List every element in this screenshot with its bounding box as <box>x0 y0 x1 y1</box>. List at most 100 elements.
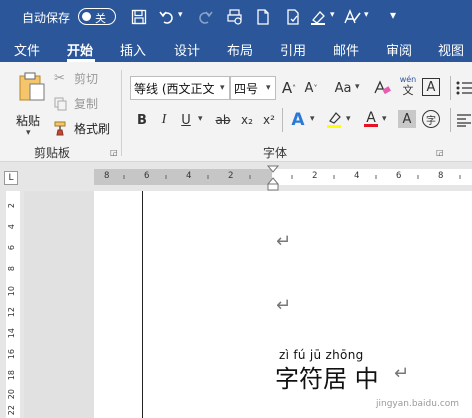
word-window: { "titlebar": { "autosave_label": "自动保存"… <box>0 0 472 418</box>
vruler-number: 22 <box>7 405 16 416</box>
group-divider <box>121 70 122 156</box>
font-color-dropdown-icon[interactable]: ▾ <box>382 114 387 124</box>
enclose-characters-icon[interactable]: 字 <box>422 110 440 128</box>
format-painter-label: 格式刷 <box>74 122 111 136</box>
tab-insert[interactable]: 插入 <box>120 40 146 59</box>
new-document-icon[interactable] <box>254 8 272 26</box>
print-preview-icon[interactable] <box>226 8 244 26</box>
vruler-number: 16 <box>7 349 16 360</box>
undo-icon[interactable] <box>158 8 176 26</box>
change-case-dropdown-icon[interactable]: ▾ <box>355 82 360 92</box>
paragraph-mark: ↵ <box>276 231 292 252</box>
change-case-icon[interactable]: Aa <box>332 78 354 98</box>
vruler-number: 12 <box>7 307 16 318</box>
font-name-combo[interactable]: 等线 (西文正文 ▾ <box>130 76 230 100</box>
highlight-color-dropdown-icon[interactable]: ▾ <box>346 114 351 124</box>
vruler-number: 2 <box>7 203 16 209</box>
save-icon[interactable] <box>130 8 148 26</box>
font-name-dropdown-icon[interactable]: ▾ <box>220 83 225 93</box>
tab-design[interactable]: 设计 <box>174 40 200 59</box>
text-boundary-line <box>142 191 143 418</box>
document-canvas: ↵ ↵ zì fú jū zhōng 字符居 中 ↵ jingyan.baidu… <box>24 191 472 418</box>
vertical-ruler: 2 4 6 8 10 12 14 16 18 20 22 <box>0 191 24 418</box>
cut-button[interactable]: ✂ 剪切 <box>54 70 98 87</box>
paste-icon <box>18 72 46 106</box>
redo-icon <box>196 8 214 26</box>
paste-label: 粘贴 <box>16 114 41 128</box>
divider <box>282 108 283 132</box>
subscript-icon[interactable]: x₂ <box>238 110 256 130</box>
vruler-number: 20 <box>7 389 16 400</box>
font-group-label: 字体 <box>263 146 288 160</box>
superscript-icon[interactable]: x² <box>260 110 278 130</box>
font-size-value: 四号 <box>234 81 259 96</box>
phonetic-bottom: 文 <box>402 84 414 97</box>
tab-mailings[interactable]: 邮件 <box>333 40 359 59</box>
paste-dropdown-icon: ▾ <box>26 128 31 138</box>
ruler-ticks <box>123 175 461 179</box>
tab-view[interactable]: 视图 <box>438 40 464 59</box>
grow-font-icon[interactable]: A ˄ <box>280 78 298 98</box>
tab-references[interactable]: 引用 <box>280 40 306 59</box>
tab-home[interactable]: 开始 <box>67 40 93 59</box>
character-shading-icon[interactable]: A <box>398 110 416 128</box>
font-name-value: 等线 (西文正文 <box>134 81 215 96</box>
paragraph-mark: ↵ <box>276 295 292 316</box>
autosave-state: 关 <box>95 12 106 25</box>
font-size-dropdown-icon[interactable]: ▾ <box>266 83 271 93</box>
undo-dropdown-icon[interactable]: ▾ <box>178 10 183 20</box>
tab-file[interactable]: 文件 <box>14 40 40 59</box>
title-bar: 自动保存 关 ▾ ▾ ▾ ▾ <box>0 0 472 34</box>
highlight-color-icon[interactable] <box>324 110 344 130</box>
phonetic-guide-button[interactable]: wén 文 <box>398 74 418 100</box>
vruler-number: 6 <box>7 245 16 251</box>
scissors-icon: ✂ <box>54 71 65 86</box>
tab-review[interactable]: 审阅 <box>386 40 412 59</box>
vruler-number: 14 <box>7 328 16 339</box>
underline-dropdown-icon[interactable]: ▾ <box>198 114 203 124</box>
highlight-dropdown-icon[interactable]: ▾ <box>330 10 335 20</box>
font-size-combo[interactable]: 四号 ▾ <box>230 76 276 100</box>
paragraph-mark: ↵ <box>394 363 410 384</box>
customize-toolbar-icon[interactable]: ▾ <box>390 8 396 22</box>
document-check-icon[interactable] <box>284 8 302 26</box>
ribbon-home: 粘贴 ▾ ✂ 剪切 复制 格式刷 剪贴板 ◲ 等线 (西文正文 ▾ 四号 ▾ A… <box>0 62 472 162</box>
shrink-font-icon[interactable]: A ˅ <box>302 78 320 98</box>
watermark: jingyan.baidu.com <box>376 399 460 409</box>
clear-formatting-icon[interactable] <box>372 78 392 98</box>
autosave-label: 自动保存 <box>22 11 71 25</box>
document-page[interactable]: ↵ ↵ zì fú jū zhōng 字符居 中 ↵ jingyan.baidu… <box>94 191 472 418</box>
format-painter-icon <box>54 121 72 136</box>
bullets-icon[interactable] <box>456 78 472 98</box>
text-effects-dropdown-icon[interactable]: ▾ <box>310 114 315 124</box>
clipboard-dialog-launcher-icon[interactable]: ◲ <box>110 148 118 157</box>
format-painter-button[interactable]: 格式刷 <box>54 120 110 137</box>
character-border-icon[interactable]: A <box>422 78 440 96</box>
vruler-number: 10 <box>7 286 16 297</box>
copy-button[interactable]: 复制 <box>54 95 98 112</box>
autosave-toggle[interactable]: 关 <box>78 8 116 25</box>
phonetic-text[interactable]: 字符居 中 <box>275 359 379 394</box>
text-style-dropdown-icon[interactable]: ▾ <box>364 10 369 20</box>
vruler-number: 18 <box>7 370 16 381</box>
align-left-icon[interactable] <box>456 110 472 130</box>
font-color-icon[interactable]: A <box>362 108 380 128</box>
vruler-number: 4 <box>7 224 16 230</box>
vruler-number: 8 <box>7 266 16 272</box>
font-dialog-launcher-icon[interactable]: ◲ <box>436 148 444 157</box>
text-effects-icon[interactable]: A <box>288 109 308 131</box>
horizontal-ruler: L 8 6 4 2 2 4 6 8 <box>0 163 472 191</box>
text-style-icon[interactable] <box>344 8 362 26</box>
underline-icon[interactable]: U <box>178 110 194 130</box>
highlight-tool-icon[interactable] <box>310 8 328 26</box>
tab-selector-icon[interactable]: L <box>4 171 18 185</box>
strikethrough-icon[interactable]: ab <box>212 110 234 130</box>
tab-layout[interactable]: 布局 <box>227 40 253 59</box>
toggle-knob <box>82 12 91 21</box>
copy-icon <box>54 97 72 111</box>
bold-icon[interactable]: B <box>134 110 150 130</box>
italic-icon[interactable]: I <box>156 110 172 130</box>
paste-button[interactable]: 粘贴 ▾ <box>12 70 48 152</box>
cut-label: 剪切 <box>74 72 99 86</box>
clipboard-group-label: 剪贴板 <box>34 146 71 160</box>
